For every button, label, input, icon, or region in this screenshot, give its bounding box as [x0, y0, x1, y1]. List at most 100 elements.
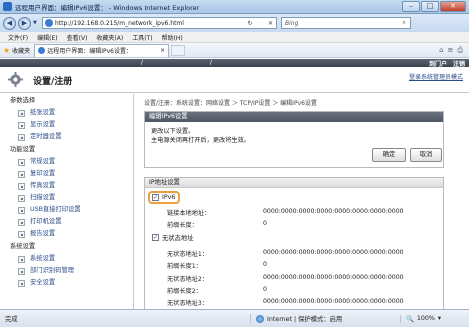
globe-icon [256, 314, 264, 323]
window-controls: – □ ✕ [402, 1, 466, 12]
sidebar-item-report[interactable]: 报告设置 [0, 228, 133, 240]
menu-view[interactable]: 查看(V) [67, 33, 88, 42]
stateless-checkbox[interactable]: ✓ [152, 234, 159, 241]
page-top-band: / / 到门户 注销 [0, 59, 469, 68]
instruction-text: 更改以下设置。 [151, 128, 195, 135]
feeds-icon[interactable]: ≡ [448, 46, 454, 55]
favorites-button[interactable]: ★ 收藏夹 [3, 46, 30, 55]
menu-favorites[interactable]: 收藏夹(A) [96, 33, 123, 42]
panel-title: 编辑IPv6设置 [145, 112, 443, 122]
sidebar-section-system: 系统设置 [10, 243, 36, 250]
bullet-icon [18, 279, 25, 287]
bullet-icon [18, 194, 25, 202]
back-button[interactable]: ◀ [3, 16, 16, 30]
search-placeholder[interactable]: Bing [285, 20, 298, 27]
sidebar-item-display[interactable]: 显示设置 [0, 119, 133, 131]
restart-note: 主电源关闭再打开后，更改将生效。 [151, 137, 250, 144]
stateless-checkbox-row[interactable]: ✓ 无状态地址 [152, 233, 193, 242]
ip-address-panel: IP地址设置 ✓ IPv6 链接本地地址： 0000:0000:0000:000… [144, 177, 444, 309]
menu-edit[interactable]: 编辑(E) [37, 33, 57, 42]
sidebar-item-scan[interactable]: 扫描设置 [0, 192, 133, 204]
zone-text: Internet | 保护模式：启用 [267, 316, 343, 323]
menu-file[interactable]: 文件(F) [8, 33, 28, 42]
command-bar: ⌂ ≡ ⎙ [439, 46, 469, 55]
bullet-icon [18, 133, 25, 141]
page-title: 设置/注册 [33, 77, 73, 87]
cancel-button[interactable]: 取消 [410, 148, 442, 162]
gear-icon [8, 72, 23, 87]
ipv6-checkbox-row[interactable]: ✓ IPv6 [152, 194, 175, 201]
stop-button[interactable]: ✕ [265, 20, 276, 27]
ipv6-checkbox[interactable]: ✓ [152, 194, 159, 201]
ie-icon [3, 2, 12, 11]
bullet-icon [18, 170, 25, 178]
bullet-icon [18, 218, 25, 226]
ip-section-title: IP地址设置 [145, 178, 443, 188]
sidebar-item-security[interactable]: 安全设置 [0, 277, 133, 289]
address-url[interactable]: http://192.168.0.215/m_network_ipv6.html [55, 20, 235, 27]
main-content: 设置/注册：系统设置：网络设置 ＞ TCP/IP设置 ＞ 编辑IPv6设置 编辑… [135, 94, 457, 309]
sidebar-item-paper[interactable]: 纸张设置 [0, 107, 133, 119]
bullet-icon [18, 267, 25, 275]
sidebar-item-dept-id[interactable]: 部门识别码管理 [0, 265, 133, 277]
menu-bar: 文件(F) 编辑(E) 查看(V) 收藏夹(A) 工具(T) 帮助(H) [0, 32, 469, 43]
sysadmin-login-link[interactable]: 登录系统管理员模式 [409, 72, 463, 81]
header-separator: / [141, 59, 144, 66]
tab-active[interactable]: 远程用户界面：编辑IPv6设置： × [34, 43, 170, 57]
ipv6-label: IPv6 [162, 194, 176, 201]
sidebar-section-preferences: 参数选择 [10, 97, 36, 104]
sidebar-item-copy[interactable]: 复印设置 [0, 168, 133, 180]
favorites-label: 收藏夹 [12, 47, 31, 55]
bullet-icon [18, 158, 25, 166]
sidebar-item-usb-print[interactable]: USB直接打印设置 [0, 204, 133, 216]
stateless-addr2-label: 无状态地址2： [167, 276, 209, 283]
star-icon: ★ [3, 45, 11, 55]
refresh-button[interactable]: ↻ [244, 20, 255, 27]
home-icon[interactable]: ⌂ [439, 46, 443, 55]
sidebar-item-system[interactable]: 系统设置 [0, 253, 133, 265]
prefix2-value: 0 [263, 286, 267, 293]
address-bar[interactable]: http://192.168.0.215/m_network_ipv6.html… [42, 17, 277, 29]
new-tab-button[interactable] [171, 44, 186, 56]
prefix-value: 0 [263, 220, 267, 227]
bullet-icon [18, 121, 25, 129]
favorites-bar: ★ 收藏夹 远程用户界面：编辑IPv6设置： × ⌂ ≡ ⎙ [0, 43, 469, 58]
window-title: 远程用户界面：编辑IPv6设置： - Windows Internet Expl… [15, 3, 200, 12]
sidebar-section-functions: 功能设置 [10, 146, 36, 153]
prefix2-label: 前缀长度2： [167, 288, 202, 295]
stateless-addr1-label: 无状态地址1： [167, 251, 209, 258]
sidebar-item-fax[interactable]: 传真设置 [0, 180, 133, 192]
link-local-label: 链接本地地址： [167, 210, 211, 217]
stateless-addr3-value: 0000:0000:0000:0000:0000:0000:0000:0000 [263, 298, 404, 305]
status-bar: 完成 Internet | 保护模式：启用 🔍 100% ▾ [0, 309, 469, 327]
sidebar-item-timer[interactable]: 定时器设置 [0, 131, 133, 143]
breadcrumb: 设置/注册：系统设置：网络设置 ＞ TCP/IP设置 ＞ 编辑IPv6设置 [144, 100, 317, 107]
tab-close-icon[interactable]: × [157, 47, 168, 54]
minimize-button[interactable]: – [402, 1, 420, 12]
menu-help[interactable]: 帮助(H) [162, 33, 183, 42]
search-box[interactable]: Bing ⌕ [281, 17, 411, 29]
ok-button[interactable]: 确定 [372, 148, 406, 162]
security-zone[interactable]: Internet | 保护模式：启用 [250, 314, 400, 323]
search-icon[interactable]: ⌕ [398, 19, 410, 27]
stateless-addr3-label: 无状态地址3： [167, 300, 209, 307]
close-button[interactable]: ✕ [440, 1, 466, 12]
bullet-icon [18, 109, 25, 117]
forward-button[interactable]: ▶ [18, 16, 31, 30]
print-icon[interactable]: ⎙ [457, 46, 463, 55]
sidebar-item-printer[interactable]: 打印机设置 [0, 216, 133, 228]
page-icon [45, 19, 53, 27]
page-header: 设置/注册 登录系统管理员模式 [0, 67, 469, 93]
history-dropdown-icon[interactable]: ▼ [33, 20, 39, 26]
tab-page-icon [38, 47, 46, 54]
zoom-control[interactable]: 🔍 100% ▾ [400, 314, 441, 323]
prefix1-label: 前缀长度1： [167, 263, 202, 270]
maximize-button[interactable]: □ [421, 1, 439, 12]
edit-panel: 编辑IPv6设置 更改以下设置。 主电源关闭再打开后，更改将生效。 确定 取消 [144, 111, 444, 168]
window-titlebar: 远程用户界面：编辑IPv6设置： - Windows Internet Expl… [0, 0, 469, 14]
menu-tools[interactable]: 工具(T) [132, 33, 152, 42]
stateless-label: 无状态地址 [162, 235, 194, 242]
prefix-label: 前缀长度： [167, 222, 198, 229]
prefix1-value: 0 [263, 261, 267, 268]
sidebar-item-common[interactable]: 常规设置 [0, 156, 133, 168]
